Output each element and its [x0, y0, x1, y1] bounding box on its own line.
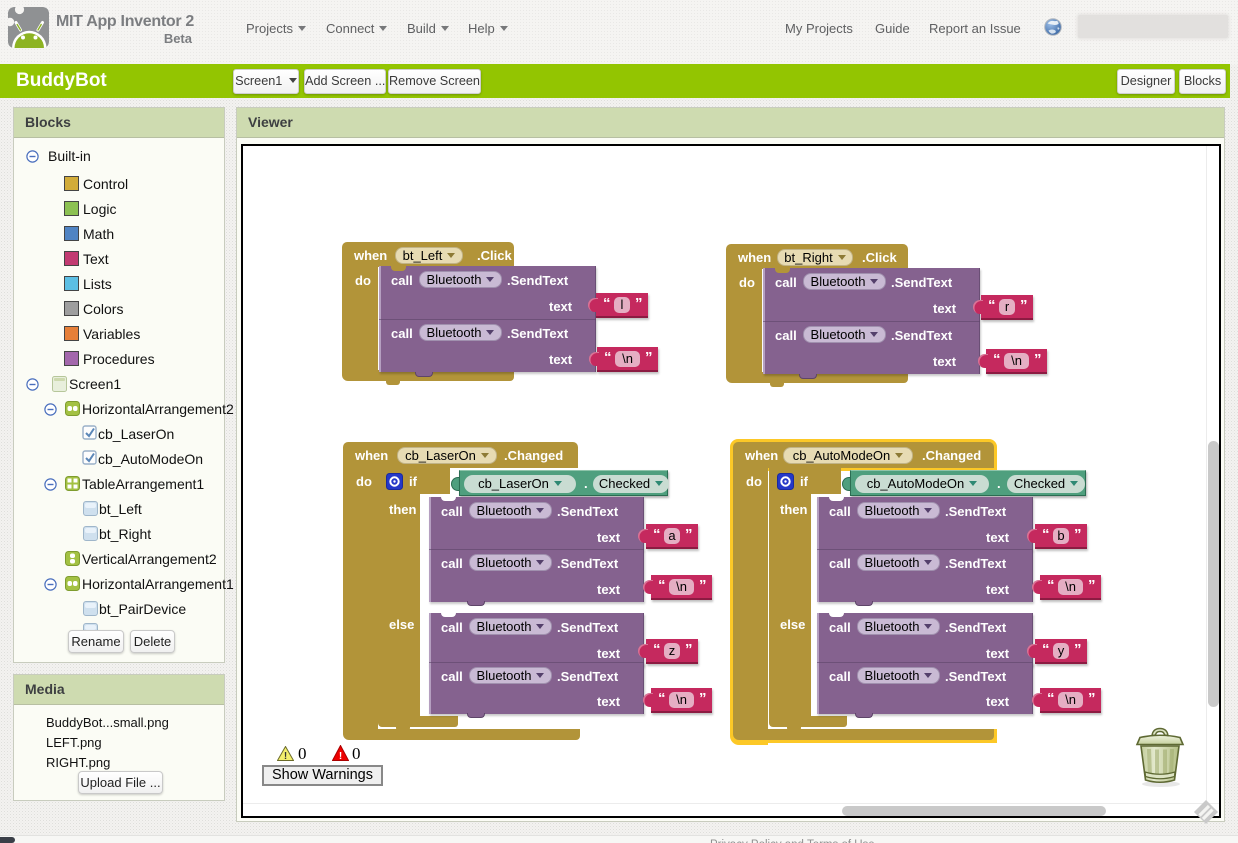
svg-text:!: !: [284, 751, 287, 761]
svg-text:!: !: [339, 751, 342, 761]
